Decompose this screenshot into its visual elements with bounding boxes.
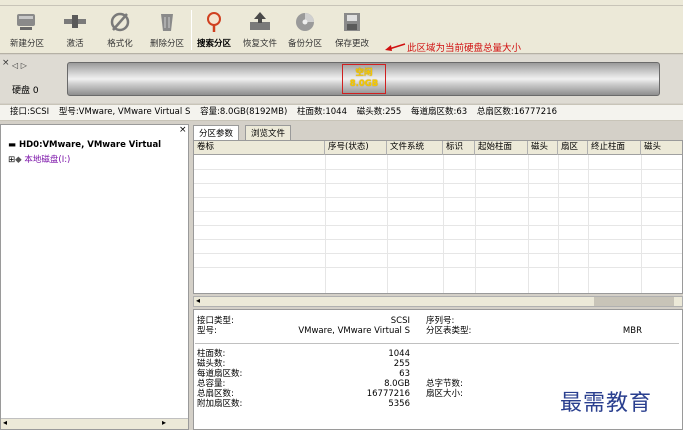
grid-line: [194, 225, 682, 226]
detail-heads-value: 255: [393, 359, 410, 369]
detail-partition-table-value: MBR: [622, 326, 642, 336]
col-index-status[interactable]: 序号(状态): [325, 141, 387, 155]
free-space-label: 空闲: [355, 68, 373, 78]
info-sectors-per-track: 每道扇区数:63: [411, 107, 468, 117]
disk-label: 硬盘 0: [12, 86, 39, 96]
col-end-head[interactable]: 磁头: [641, 141, 682, 155]
detail-cylinders-label: 柱面数:: [197, 349, 226, 359]
detail-total-capacity-value: 8.0GB: [384, 379, 410, 389]
format-icon: [110, 12, 130, 32]
detail-total-sectors-label: 总扇区数:: [197, 389, 234, 399]
grid-line: [194, 253, 682, 254]
free-space-size: 8.0GB: [349, 79, 379, 89]
detail-spt-value: 63: [399, 369, 410, 379]
details-divider: [195, 343, 679, 344]
volume-icon: ◆: [15, 155, 22, 165]
delete-partition-icon: [161, 14, 173, 31]
recover-file-button[interactable]: 恢复文件: [239, 8, 281, 52]
detail-cylinders-value: 1044: [388, 349, 410, 359]
annotation-text: 此区域为当前硬盘总量大小: [407, 43, 522, 54]
activate-button[interactable]: 激活: [58, 8, 92, 52]
tab-browse-files[interactable]: 浏览文件: [245, 125, 292, 140]
scroll-right-icon[interactable]: ▸: [162, 418, 166, 427]
grid-line: [194, 197, 682, 198]
col-start-cylinder[interactable]: 起始柱面: [475, 141, 528, 155]
col-end-cylinder[interactable]: 终止柱面: [588, 141, 641, 155]
new-partition-icon: [17, 14, 35, 30]
col-flag[interactable]: 标识: [443, 141, 475, 155]
save-changes-icon: [344, 13, 360, 31]
detail-serial-label: 序列号:: [426, 316, 455, 326]
detail-model-label: 型号:: [197, 326, 217, 336]
disk-icon: ▬: [8, 140, 19, 150]
col-head[interactable]: 磁头: [528, 141, 558, 155]
detail-extra-sectors-value: 5356: [388, 399, 410, 409]
detail-heads-label: 磁头数:: [197, 359, 226, 369]
detail-interface-type-value: SCSI: [390, 316, 410, 326]
scrollbar-thumb[interactable]: [594, 297, 674, 306]
table-horizontal-scrollbar[interactable]: ◂: [193, 296, 683, 307]
detail-partition-table-label: 分区表类型:: [426, 326, 472, 336]
annotation-arrow-icon: [385, 43, 406, 51]
detail-total-bytes-label: 总字节数:: [426, 379, 463, 389]
toolbar-separator: [191, 10, 192, 50]
format-button[interactable]: 格式化: [100, 8, 140, 52]
grid-line: [194, 183, 682, 184]
detail-total-sectors-value: 16777216: [366, 389, 410, 399]
tree-horizontal-scrollbar[interactable]: ◂ ▸: [1, 418, 188, 429]
tree-volume-node[interactable]: ⊞◆ 本地磁盘(I:): [8, 153, 70, 165]
tab-partition-params[interactable]: 分区参数: [193, 125, 240, 140]
info-cylinders: 柱面数:1044: [297, 107, 347, 117]
recover-file-icon: [250, 12, 270, 30]
info-interface: 接口:SCSI: [10, 107, 50, 117]
grid-line: [194, 239, 682, 240]
col-sector[interactable]: 扇区: [558, 141, 588, 155]
detail-interface-type-label: 接口类型:: [197, 316, 234, 326]
disk-info-line: 接口:SCSI 型号:VMware, VMware Virtual S 容量:8…: [0, 104, 683, 121]
info-total-sectors: 总扇区数:16777216: [476, 107, 558, 117]
grid-line: [194, 211, 682, 212]
col-file-system[interactable]: 文件系统: [387, 141, 443, 155]
search-partition-icon: [207, 12, 221, 32]
search-partition-button[interactable]: 搜索分区: [193, 8, 235, 52]
tree-disk-node[interactable]: ▬ HD0:VMware, VMware Virtual: [8, 140, 161, 150]
detail-model-value: VMware, VMware Virtual S: [298, 326, 410, 336]
backup-partition-button[interactable]: 备份分区: [284, 8, 326, 52]
info-model: 型号:VMware, VMware Virtual S: [58, 107, 191, 117]
activate-icon: [64, 15, 86, 28]
scroll-left-icon[interactable]: ◂: [196, 296, 200, 305]
grid-line: [194, 267, 682, 268]
free-space-block[interactable]: 空闲 8.0GB: [342, 64, 386, 94]
grid-line: [194, 169, 682, 170]
detail-sector-size-label: 扇区大小:: [426, 389, 463, 399]
watermark-text: 最需教育: [560, 391, 653, 416]
disk-tree-panel: [0, 124, 189, 430]
delete-partition-button[interactable]: 删除分区: [145, 8, 189, 52]
disk-nav-arrows[interactable]: ◁ ▷: [12, 61, 27, 70]
backup-partition-icon: [296, 13, 314, 31]
table-header: 卷标 序号(状态) 文件系统 标识 起始柱面 磁头 扇区 终止柱面 磁头: [194, 141, 682, 155]
detail-extra-sectors-label: 附加扇区数:: [197, 399, 243, 409]
partition-table: 卷标 序号(状态) 文件系统 标识 起始柱面 磁头 扇区 终止柱面 磁头: [193, 140, 683, 294]
toolbar: 新建分区 激活 格式化 删除分区 搜索分区 恢复文件 备份分区 保存更改: [0, 6, 683, 54]
detail-total-capacity-label: 总容量:: [197, 379, 226, 389]
new-partition-button[interactable]: 新建分区: [5, 8, 49, 52]
col-volume-label[interactable]: 卷标: [194, 141, 325, 155]
disk-indicator-mark: ×: [2, 58, 10, 68]
scroll-left-icon[interactable]: ◂: [3, 418, 7, 427]
close-icon[interactable]: ×: [179, 125, 187, 135]
info-capacity: 容量:8.0GB(8192MB): [200, 107, 288, 117]
info-heads: 磁头数:255: [356, 107, 402, 117]
save-changes-button[interactable]: 保存更改: [330, 8, 374, 52]
detail-spt-label: 每道扇区数:: [197, 369, 243, 379]
